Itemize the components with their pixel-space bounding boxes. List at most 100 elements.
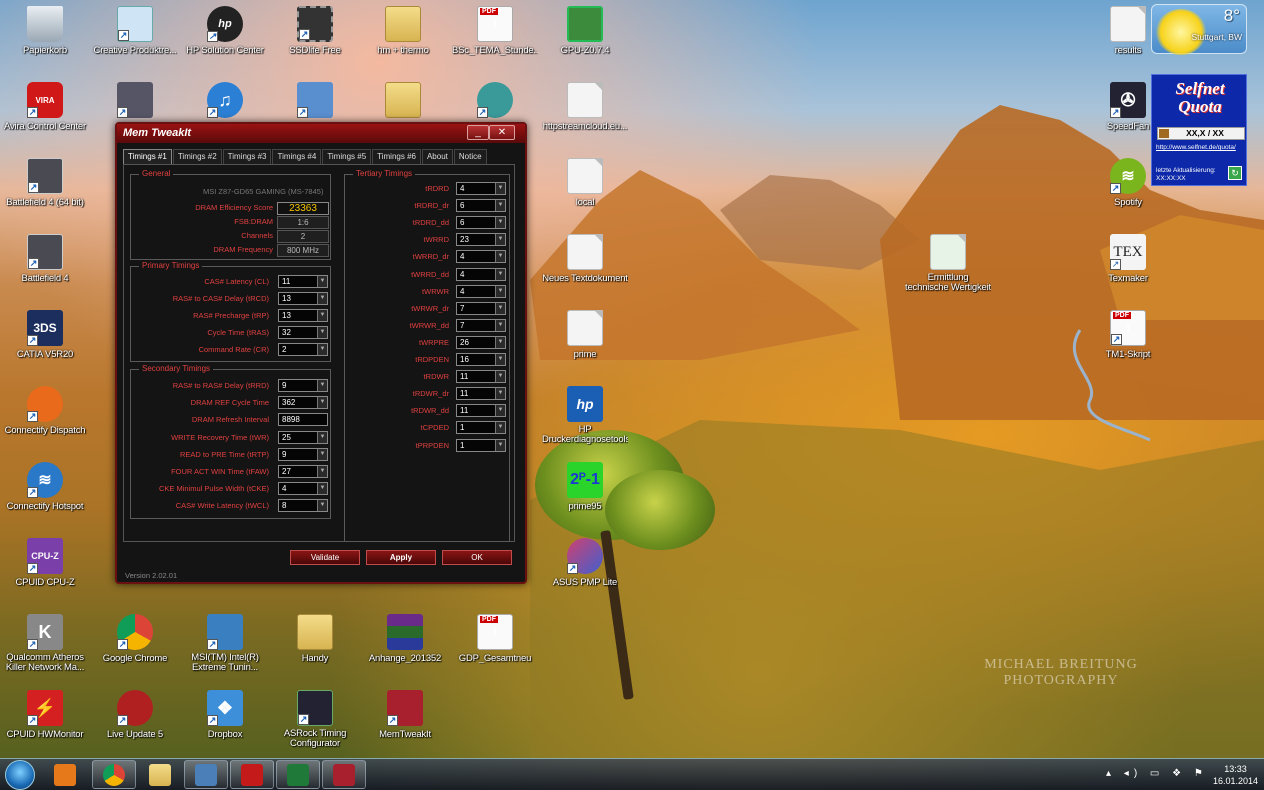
chevron-down-icon[interactable]: ▼ xyxy=(495,234,505,246)
tertiary-select[interactable]: 1 ▼ xyxy=(456,421,506,435)
chevron-down-icon[interactable]: ▼ xyxy=(317,432,327,443)
tab-notice[interactable]: Notice xyxy=(453,149,487,164)
desktop-icon-connectify-dispatch[interactable]: ↗ Connectify Dispatch xyxy=(2,386,88,436)
desktop-icon-live-update[interactable]: ↗ Live Update 5 xyxy=(92,690,178,740)
window-titlebar[interactable]: Mem TweakIt _ ✕ xyxy=(117,124,525,143)
chevron-down-icon[interactable]: ▼ xyxy=(317,380,327,391)
desktop-icon-partial-1[interactable]: ↗ xyxy=(92,82,178,121)
desktop-icon-creative[interactable]: ↗ Creative Produktre... xyxy=(92,6,178,56)
taskbar-chrome[interactable] xyxy=(92,760,136,789)
tertiary-select[interactable]: 23 ▼ xyxy=(456,233,506,247)
tertiary-select[interactable]: 11 ▼ xyxy=(456,387,506,401)
desktop-icon-asrock-timing[interactable]: ↗ ASRock Timing Configurator xyxy=(272,690,358,749)
system-tray[interactable]: ▴ ◂) ▭ ❖ ⚑ xyxy=(1106,768,1208,779)
tertiary-select[interactable]: 7 ▼ xyxy=(456,301,506,315)
desktop-icon-ermittlung[interactable]: Ermittlung technische Wertigkeit xyxy=(905,234,991,293)
desktop-icon-prime95[interactable]: 2ᴾ-1 prime95 xyxy=(542,462,628,512)
desktop-icon-gpu-z[interactable]: GPU-Z0.7.4 xyxy=(542,6,628,56)
validate-button[interactable]: Validate xyxy=(290,550,360,565)
desktop-icon-cpu-z[interactable]: CPU-Z ↗ CPUID CPU-Z xyxy=(2,538,88,588)
tertiary-select[interactable]: 16 ▼ xyxy=(456,353,506,366)
desktop-icon-avira[interactable]: VIRA ↗ Avira Control Center xyxy=(2,82,88,132)
start-button[interactable] xyxy=(5,760,35,790)
ok-button[interactable]: OK xyxy=(442,550,512,565)
chevron-down-icon[interactable]: ▼ xyxy=(495,183,505,194)
tab-about[interactable]: About xyxy=(421,149,453,164)
desktop-icon-hm-thermo[interactable]: hm + thermo xyxy=(360,6,446,56)
desktop-icon-partial-4[interactable] xyxy=(360,82,446,121)
chevron-down-icon[interactable]: ▼ xyxy=(317,449,327,460)
taskbar-explorer[interactable] xyxy=(138,760,182,789)
chevron-down-icon[interactable]: ▼ xyxy=(317,483,327,494)
desktop-icon-hp-druckerdiagnose[interactable]: hp HP Druckerdiagnosetools xyxy=(542,386,628,445)
tab-timings-4[interactable]: Timings #4 xyxy=(272,149,322,164)
tab-timings-6[interactable]: Timings #6 xyxy=(372,149,421,164)
refresh-icon[interactable]: ↻ xyxy=(1228,166,1242,180)
chevron-down-icon[interactable]: ▼ xyxy=(317,397,327,408)
chevron-down-icon[interactable]: ▼ xyxy=(317,500,327,511)
chevron-down-icon[interactable]: ▼ xyxy=(495,285,505,297)
tab-timings-1[interactable]: Timings #1 xyxy=(123,149,172,164)
tab-timings-2[interactable]: Timings #2 xyxy=(172,149,222,164)
selfnet-quota-gadget[interactable]: Selfnet Quota XX,X / XX http://www.selfn… xyxy=(1151,74,1247,186)
tcke-select[interactable]: 4 ▼ xyxy=(278,482,328,495)
close-button[interactable]: ✕ xyxy=(489,125,515,140)
desktop-icon-msi-xtu[interactable]: ↗ MSI(TM) Intel(R) Extreme Tunin... xyxy=(182,614,268,673)
tab-timings-5[interactable]: Timings #5 xyxy=(322,149,372,164)
chevron-down-icon[interactable]: ▼ xyxy=(495,251,505,263)
trcd-select[interactable]: 13 ▼ xyxy=(278,292,328,305)
tertiary-select[interactable]: 26 ▼ xyxy=(456,335,506,349)
chevron-down-icon[interactable]: ▼ xyxy=(317,310,327,321)
trfc-select[interactable]: 362 ▼ xyxy=(278,396,328,409)
weather-gadget[interactable]: 8° Stuttgart, BW xyxy=(1151,4,1247,55)
chevron-down-icon[interactable]: ▼ xyxy=(495,405,505,417)
tertiary-select[interactable]: 4 ▼ xyxy=(456,182,506,195)
desktop-icon-partial-3[interactable]: ↗ xyxy=(272,82,358,121)
desktop-icon-texmaker[interactable]: TEX ↗ Texmaker xyxy=(1085,234,1171,284)
desktop-icon-ssdlife[interactable]: ↗ SSDlife Free xyxy=(272,6,358,56)
tertiary-select[interactable]: 4 ▼ xyxy=(456,250,506,264)
desktop-icon-recycle-bin[interactable]: Papierkorb xyxy=(2,6,88,56)
trrd-select[interactable]: 9 ▼ xyxy=(278,379,328,392)
quota-link[interactable]: http://www.selfnet.de/quota/ xyxy=(1156,144,1236,151)
desktop-icon-gdp-gesamtneu[interactable]: ⟟ GDP_Gesamtneu xyxy=(452,614,538,664)
desktop-icon-google-chrome[interactable]: ↗ Google Chrome xyxy=(92,614,178,664)
chevron-down-icon[interactable]: ▼ xyxy=(317,466,327,477)
desktop-icon-httpstreamcloud[interactable]: httpstreamcloud.eu... xyxy=(542,82,628,132)
clock[interactable]: 13:33 16.01.2014 xyxy=(1213,763,1258,787)
desktop-icon-partial-5[interactable]: ↗ xyxy=(452,82,538,121)
desktop-icon-anhange[interactable]: Anhange_201352 xyxy=(362,614,448,664)
desktop-icon-memtweakit[interactable]: ↗ MemTweakIt xyxy=(362,690,448,740)
chevron-down-icon[interactable]: ▼ xyxy=(495,336,505,348)
tertiary-select[interactable]: 4 ▼ xyxy=(456,267,506,281)
chevron-down-icon[interactable]: ▼ xyxy=(317,293,327,304)
chevron-down-icon[interactable]: ▼ xyxy=(495,319,505,331)
trp-select[interactable]: 13 ▼ xyxy=(278,309,328,322)
chevron-down-icon[interactable]: ▼ xyxy=(495,354,505,365)
desktop-icon-catia[interactable]: 3DS ↗ CATIA V5R20 xyxy=(2,310,88,360)
taskbar-memtweakit[interactable] xyxy=(322,760,366,789)
chevron-down-icon[interactable]: ▼ xyxy=(495,422,505,434)
tertiary-select[interactable]: 11 ▼ xyxy=(456,404,506,418)
desktop-icon-tm1-skript[interactable]: ⟟↗ TM1-Skript xyxy=(1085,310,1171,360)
tertiary-select[interactable]: 4 ▼ xyxy=(456,284,506,298)
chevron-down-icon[interactable]: ▼ xyxy=(495,200,505,212)
cl-select[interactable]: 11 ▼ xyxy=(278,275,328,288)
tertiary-select[interactable]: 1 ▼ xyxy=(456,438,506,452)
tfaw-select[interactable]: 27 ▼ xyxy=(278,465,328,478)
taskbar-excel[interactable] xyxy=(276,760,320,789)
chevron-down-icon[interactable]: ▼ xyxy=(495,371,505,383)
trefi-input[interactable]: 8898 xyxy=(278,413,328,426)
tertiary-select[interactable]: 6 ▼ xyxy=(456,216,506,230)
chevron-down-icon[interactable]: ▼ xyxy=(317,344,327,355)
desktop-icon-killer-network[interactable]: K ↗ Qualcomm Atheros Killer Network Ma... xyxy=(2,614,88,673)
memtweakit-window[interactable]: Mem TweakIt _ ✕ Timings #1 Timings #2 Ti… xyxy=(115,122,527,584)
taskbar-adobe-reader[interactable] xyxy=(230,760,274,789)
tab-timings-3[interactable]: Timings #3 xyxy=(222,149,272,164)
trtp-select[interactable]: 9 ▼ xyxy=(278,448,328,461)
apply-button[interactable]: Apply xyxy=(366,550,436,565)
tertiary-select[interactable]: 11 ▼ xyxy=(456,370,506,384)
desktop-icon-connectify-hotspot[interactable]: ≋ ↗ Connectify Hotspot xyxy=(2,462,88,512)
chevron-down-icon[interactable]: ▼ xyxy=(495,388,505,400)
desktop-icon-dropbox[interactable]: ❖ ↗ Dropbox xyxy=(182,690,268,740)
